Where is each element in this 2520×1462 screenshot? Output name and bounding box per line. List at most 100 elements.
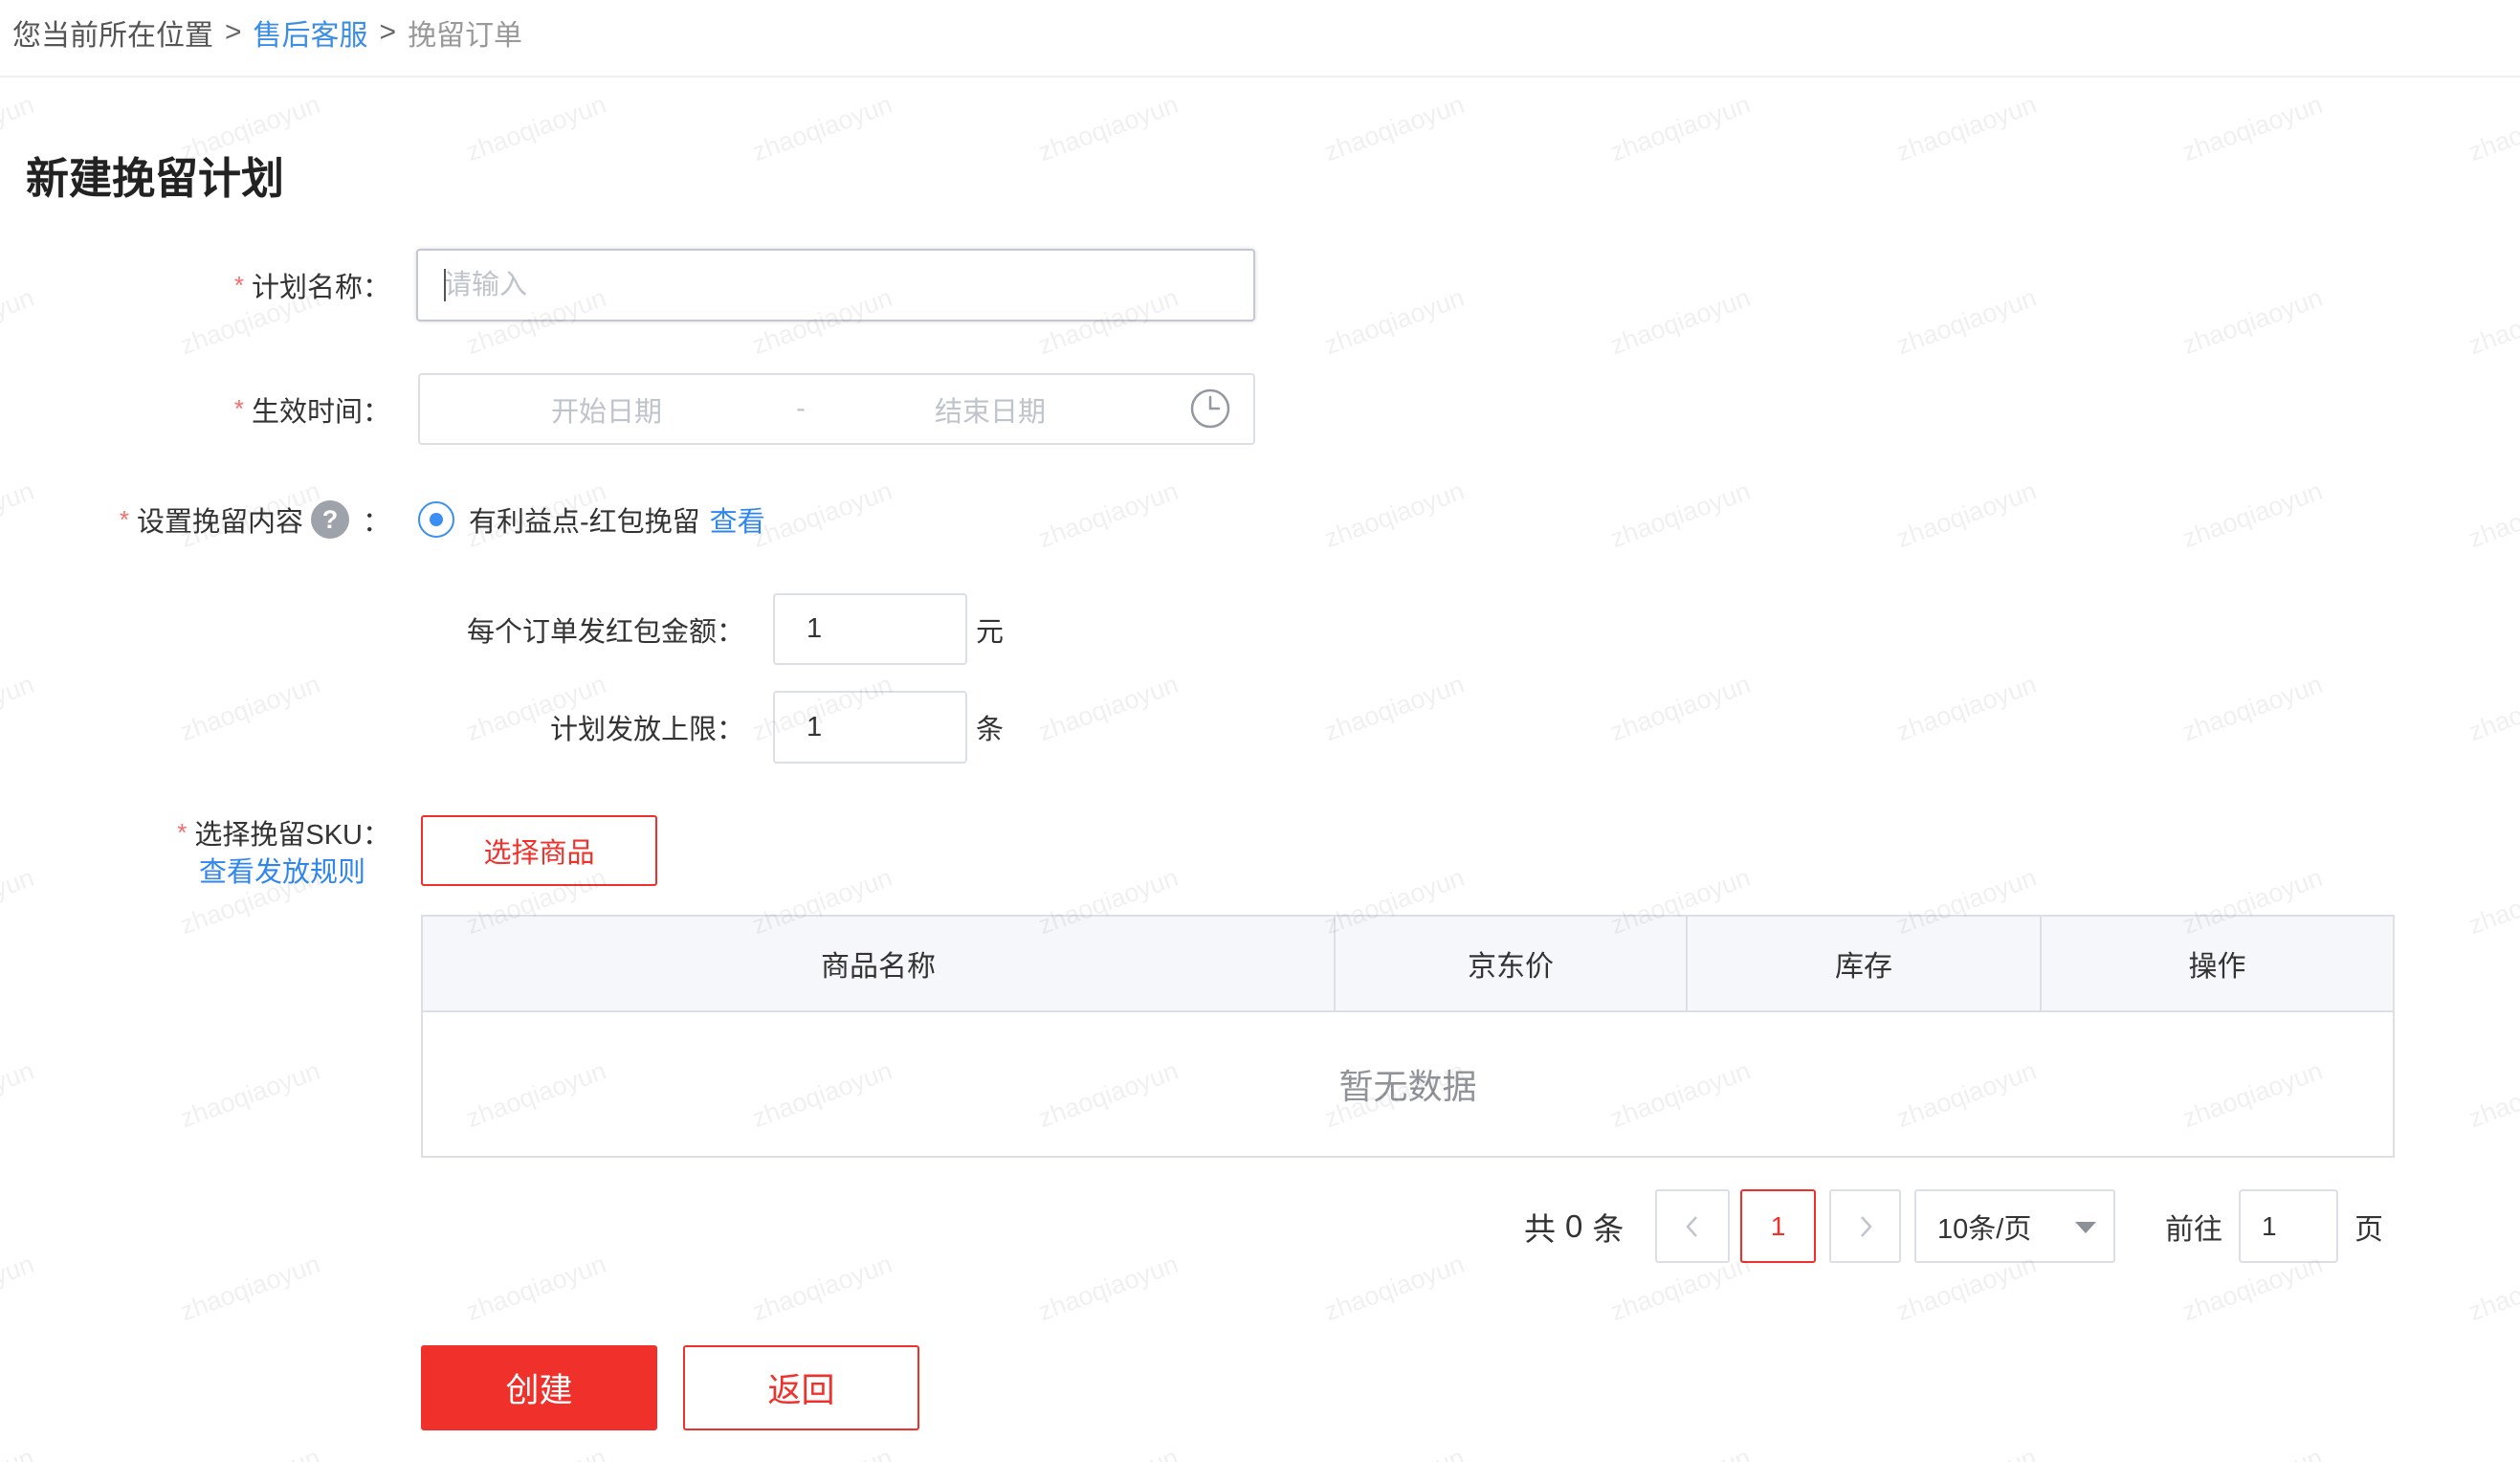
sku-table: 商品名称 京东价 库存 操作 暂无数据 [421, 915, 2395, 1158]
retention-content-label-text: 设置挽留内容 [136, 507, 303, 538]
watermark-text: zhaoqiaoyun [748, 1249, 896, 1327]
watermark-text: zhaoqiaoyun [1320, 89, 1469, 167]
help-icon[interactable]: ? [310, 500, 349, 539]
sku-label-text: 选择挽留SKU： [194, 820, 390, 851]
create-button[interactable]: 创建 [421, 1345, 657, 1430]
watermark-text: zhaoqiaoyun [2465, 1443, 2520, 1462]
retention-option-radio[interactable]: 有利益点-红包挽留 查看 [418, 483, 765, 556]
breadcrumb: 您当前所在位置 > 售后客服 > 挽留订单 [12, 15, 522, 52]
select-product-button[interactable]: 选择商品 [421, 815, 657, 886]
watermark-text: zhaoqiaoyun [2178, 282, 2327, 361]
watermark-text: zhaoqiaoyun [1892, 669, 2041, 747]
effective-time-label-text: 生效时间： [251, 396, 390, 428]
plan-name-input[interactable] [416, 249, 1255, 321]
column-header-actions: 操作 [2188, 951, 2246, 983]
watermark-text: zhaoqiaoyun [462, 1443, 610, 1462]
watermark-text: zhaoqiaoyun [1892, 1443, 2041, 1462]
watermark-text: zhaoqiaoyun [462, 89, 610, 167]
watermark-text: zhaoqiaoyun [748, 1443, 896, 1462]
plan-name-label: * 计划名称： [0, 249, 390, 321]
text-caret [444, 269, 446, 301]
page-size-select[interactable]: 10条/页 [1914, 1189, 2115, 1263]
breadcrumb-prefix: 您当前所在位置 [12, 20, 213, 52]
total-suffix: 条 [1592, 1210, 1625, 1247]
watermark-text: zhaoqiaoyun [748, 476, 896, 554]
table-empty-text: 暂无数据 [1338, 1067, 1477, 1106]
watermark-text: zhaoqiaoyun [2465, 1249, 2520, 1327]
required-mark: * [119, 504, 129, 534]
watermark-text: zhaoqiaoyun [1606, 89, 1755, 167]
total-count: 0 [1565, 1207, 1583, 1244]
watermark-text: zhaoqiaoyun [1034, 89, 1183, 167]
issue-limit-label: 计划发放上限： [549, 715, 744, 745]
watermark-text: zhaoqiaoyun [1034, 1249, 1183, 1327]
goto-page-input[interactable] [2239, 1189, 2338, 1263]
chevron-right-icon [1860, 1215, 1872, 1237]
radio-option-label[interactable]: 有利益点-红包挽留 [469, 499, 700, 540]
limit-unit: 条 [976, 715, 1005, 745]
watermark-text: zhaoqiaoyun [1892, 89, 2041, 167]
label-colon: ： [362, 507, 390, 538]
watermark-text: zhaoqiaoyun [1606, 476, 1755, 554]
plan-name-label-text: 计划名称： [251, 273, 390, 303]
watermark-text: zhaoqiaoyun [1892, 282, 2041, 361]
watermark-text: zhaoqiaoyun [2465, 476, 2520, 554]
watermark-layer: zhaoqiaoyun zhaoqiaoyun zhaoqiaoyun zhaoqia… [0, 0, 2520, 1462]
watermark-text: zhaoqiaoyun [176, 1249, 324, 1327]
red-packet-amount-label: 每个订单发红包金额： [466, 616, 744, 648]
breadcrumb-separator: > [379, 16, 397, 48]
range-separator: - [796, 393, 806, 424]
watermark-text: zhaoqiaoyun [176, 669, 324, 747]
prev-page-button[interactable] [1655, 1189, 1730, 1263]
required-mark: * [177, 817, 188, 847]
retention-content-label: * 设置挽留内容 ? ： [0, 483, 390, 556]
radio-button-selected[interactable] [418, 501, 454, 538]
required-mark: * [233, 394, 244, 423]
watermark-text: zhaoqiaoyun [1034, 1443, 1183, 1462]
watermark-text: zhaoqiaoyun [1606, 1443, 1755, 1462]
total-prefix: 共 [1524, 1210, 1556, 1247]
breadcrumb-link-after-sales[interactable]: 售后客服 [254, 11, 368, 54]
watermark-text: zhaoqiaoyun [2178, 476, 2327, 554]
back-button[interactable]: 返回 [683, 1345, 919, 1430]
watermark-text: zhaoqiaoyun [0, 1249, 38, 1327]
sku-label: * 选择挽留SKU： [0, 813, 390, 852]
page-number-button[interactable]: 1 [1740, 1189, 1816, 1263]
column-header-product-name: 商品名称 [423, 917, 1336, 1010]
issue-limit-input[interactable] [773, 691, 967, 764]
watermark-text: zhaoqiaoyun [462, 1249, 610, 1327]
watermark-text: zhaoqiaoyun [0, 1055, 38, 1134]
watermark-text: zhaoqiaoyun [2465, 282, 2520, 361]
start-date-input[interactable]: 开始日期 [530, 375, 683, 443]
watermark-text: zhaoqiaoyun [2465, 669, 2520, 747]
view-link[interactable]: 查看 [710, 499, 765, 540]
watermark-text: zhaoqiaoyun [1320, 476, 1469, 554]
next-page-button[interactable] [1829, 1189, 1901, 1263]
end-date-input[interactable]: 结束日期 [914, 375, 1067, 443]
watermark-text: zhaoqiaoyun [1320, 1249, 1469, 1327]
caret-down-icon [2075, 1222, 2096, 1233]
column-header-stock: 库存 [1688, 917, 2042, 1010]
view-issue-rules-link[interactable]: 查看发放规则 [199, 851, 365, 889]
required-mark: * [233, 270, 244, 299]
watermark-text: zhaoqiaoyun [0, 862, 38, 941]
watermark-text: zhaoqiaoyun [1320, 282, 1469, 361]
radio-dot [430, 513, 443, 526]
red-packet-amount-input[interactable] [773, 593, 967, 665]
watermark-text: zhaoqiaoyun [1320, 1443, 1469, 1462]
watermark-text: zhaoqiaoyun [1034, 476, 1183, 554]
date-range-picker[interactable]: 开始日期 - 结束日期 [418, 373, 1255, 445]
breadcrumb-current: 挽留订单 [408, 20, 523, 52]
watermark-text: zhaoqiaoyun [176, 1443, 324, 1462]
breadcrumb-separator: > [225, 16, 242, 48]
watermark-text: zhaoqiaoyun [0, 1443, 38, 1462]
header-divider [0, 76, 2520, 78]
pagination-total: 共 0 条 [1524, 1189, 1624, 1263]
page-title: 新建挽留计划 [26, 153, 285, 203]
watermark-text: zhaoqiaoyun [176, 1055, 324, 1134]
watermark-text: zhaoqiaoyun [748, 89, 896, 167]
amount-unit: 元 [976, 616, 1005, 648]
clock-icon [1190, 388, 1230, 429]
watermark-text: zhaoqiaoyun [1892, 476, 2041, 554]
watermark-text: zhaoqiaoyun [1606, 282, 1755, 361]
